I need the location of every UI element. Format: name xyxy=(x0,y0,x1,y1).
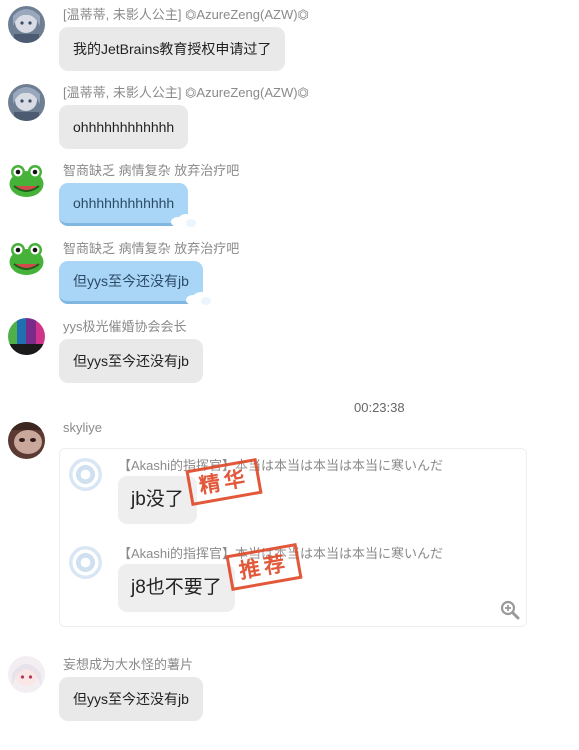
forwarded-messages-card[interactable]: 【Akashi的指挥官】本当は本当は本当は本当に寒いんだ jb没了 精华 【Ak… xyxy=(59,448,527,627)
frog-avatar[interactable] xyxy=(8,162,45,199)
message-bubble[interactable]: 我的JetBrains教育授权申请过了 xyxy=(59,27,286,71)
forwarded-header: 【Akashi的指挥官】本当は本当は本当は本当に寒いんだ xyxy=(118,458,444,473)
sender-name[interactable]: 智商缺乏 病情复杂 放弃治疗吧 xyxy=(63,160,239,179)
sender-name[interactable]: skyliye xyxy=(63,420,102,435)
message-bubble[interactable]: ohhhhhhhhhhhh xyxy=(59,105,189,149)
white-hair-avatar[interactable] xyxy=(8,656,45,693)
message-bubble[interactable]: 但yys至今还没有jb xyxy=(59,339,203,383)
timestamp: 00:23:38 xyxy=(354,400,405,415)
anime-avatar[interactable] xyxy=(8,84,45,121)
sender-name[interactable]: [温蒂蒂, 未影人公主] ⏣AzureZeng(AZW)⏣ xyxy=(63,82,309,101)
zoom-in-icon[interactable] xyxy=(500,600,520,620)
message-bubble[interactable]: ohhhhhhhhhhhh xyxy=(59,183,197,227)
forwarded-bubble: j8也不要了 xyxy=(118,564,235,612)
sender-name[interactable]: yys极光催婚协会会长 xyxy=(63,316,187,335)
message-text: ohhhhhhhhhhhh xyxy=(73,195,175,211)
forwarded-bubble: jb没了 xyxy=(118,476,197,524)
cat-avatar[interactable] xyxy=(8,422,45,459)
sender-name[interactable]: 妄想成为大水怪的薯片 xyxy=(63,654,193,673)
message-text: 但yys至今还没有jb xyxy=(73,273,189,289)
color-bars-avatar[interactable] xyxy=(8,318,45,355)
anime-avatar[interactable] xyxy=(8,6,45,43)
bubble-cloud-icon xyxy=(185,292,211,305)
sender-name[interactable]: [温蒂蒂, 未影人公主] ⏣AzureZeng(AZW)⏣ xyxy=(63,4,309,23)
forwarded-avatar xyxy=(69,458,102,491)
sender-name[interactable]: 智商缺乏 病情复杂 放弃治疗吧 xyxy=(63,238,239,257)
frog-avatar[interactable] xyxy=(8,240,45,277)
bubble-cloud-icon xyxy=(171,214,197,227)
forwarded-avatar xyxy=(69,546,102,579)
message-bubble[interactable]: 但yys至今还没有jb xyxy=(59,261,211,305)
message-bubble[interactable]: 但yys至今还没有jb xyxy=(59,677,203,721)
